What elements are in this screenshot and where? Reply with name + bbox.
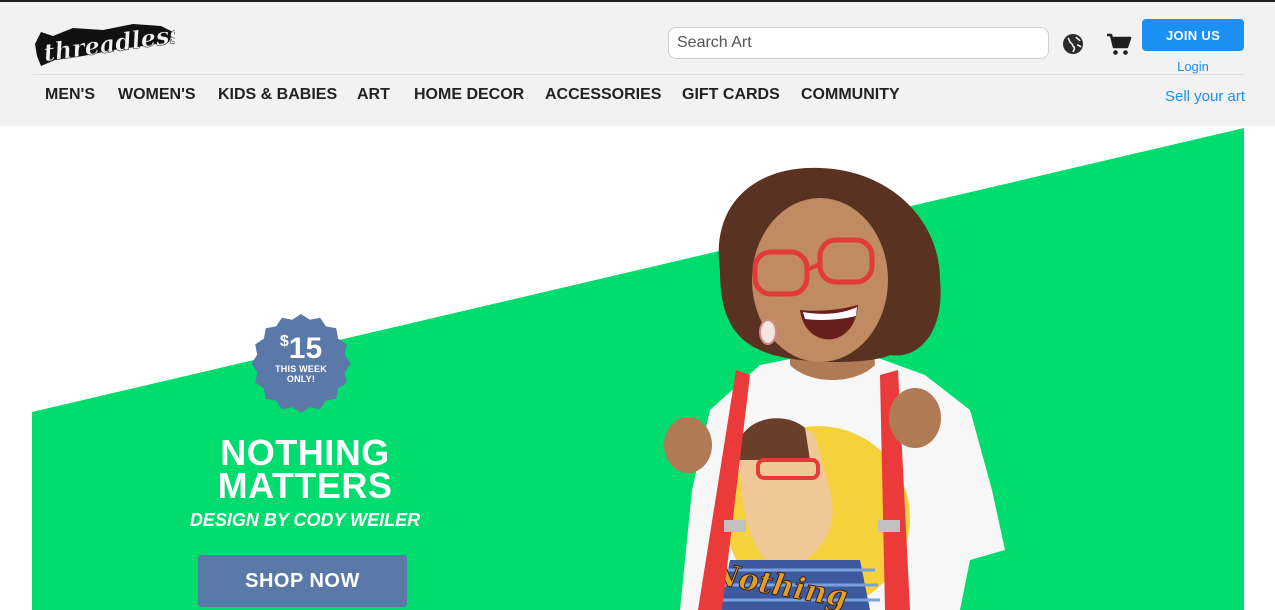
logo-text: threadless [42,20,175,67]
nav-item-gift-cards[interactable]: GIFT CARDS [682,86,780,104]
badge-price: $15 [279,332,323,365]
headline-line-2: MATTERS [217,465,393,506]
cart-icon[interactable] [1106,32,1132,56]
price-badge: $15 THIS WEEK ONLY! [249,332,353,385]
nav-item-accessories[interactable]: ACCESSORIES [545,86,661,104]
join-us-button[interactable]: JOIN US [1142,19,1244,51]
badge-line-1: THIS WEEK [275,364,327,374]
threadless-logo[interactable]: threadless [33,20,175,68]
nav-item-community[interactable]: COMMUNITY [801,86,900,104]
nav-item-home-decor[interactable]: HOME DECOR [414,86,524,104]
shop-now-button[interactable]: SHOP NOW [198,555,407,607]
search-input[interactable] [668,27,1049,59]
hero-headline: NOTHING MATTERS [150,435,460,506]
header-divider [33,74,1244,75]
main-nav: MEN'S WOMEN'S KIDS & BABIES ART HOME DEC… [0,86,1000,108]
globe-icon[interactable] [1062,33,1084,55]
login-link[interactable]: Login [1142,59,1244,74]
hero-background [0,126,1275,610]
nav-item-kids-babies[interactable]: KIDS & BABIES [218,86,337,104]
nav-item-art[interactable]: ART [357,86,390,104]
sell-your-art-link[interactable]: Sell your art [1165,88,1245,105]
badge-line-2: ONLY! [286,374,316,384]
site-header: threadless JOIN US Login MEN'S WOMEN'S K… [0,2,1275,126]
nav-item-womens[interactable]: WOMEN'S [118,86,196,104]
model-photo: Nothing [664,167,1005,610]
nav-item-mens[interactable]: MEN'S [45,86,95,104]
design-byline: DESIGN BY CODY WEILER [189,510,421,530]
hero-banner[interactable] [0,126,1275,610]
